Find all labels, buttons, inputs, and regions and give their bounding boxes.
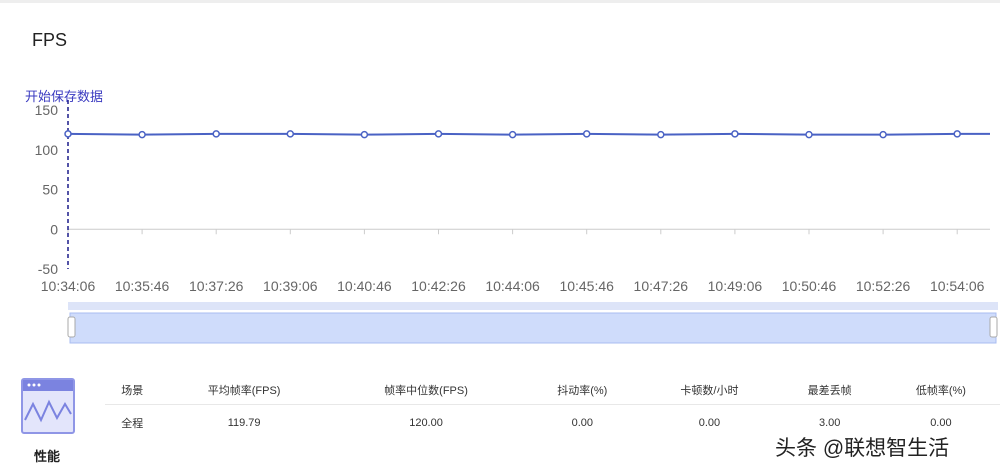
zoom-slider-handle[interactable] (67, 316, 76, 338)
table-header-row: 场景 平均帧率(FPS) 帧率中位数(FPS) 抖动率(%) 卡顿数/小时 最差… (105, 376, 1000, 405)
x-tick-label: 10:42:26 (411, 278, 466, 294)
x-tick-label: 10:34:06 (41, 278, 96, 294)
x-tick-label: 10:52:26 (856, 278, 911, 294)
performance-label: 性能 (34, 449, 61, 464)
col-header: 帧率中位数(FPS) (328, 376, 524, 405)
fps-series-line (67, 132, 990, 136)
x-tick-label: 10:47:26 (634, 278, 689, 294)
x-tick-label: 10:35:46 (115, 278, 170, 294)
cell: 119.79 (227, 417, 261, 429)
zoom-slider-handle[interactable] (989, 316, 998, 338)
watermark: 头条 @联想智生活 (775, 437, 950, 460)
col-header: 场景 (105, 376, 160, 405)
data-point (805, 130, 813, 139)
data-point (64, 130, 72, 138)
data-point (138, 130, 146, 139)
y-tick-label: 50 (42, 182, 58, 198)
cell: 120.00 (409, 417, 443, 429)
x-tick-label: 10:50:46 (782, 278, 837, 294)
x-tick-label: 10:40:46 (337, 278, 392, 294)
start-save-annotation: 开始保存数据 (25, 89, 103, 104)
y-tick-label: 150 (35, 102, 59, 118)
cell: 0.00 (698, 417, 721, 429)
x-tick-label: 10:37:26 (189, 278, 244, 294)
x-tick-label: 10:44:06 (485, 278, 540, 294)
zoom-slider-track (68, 302, 998, 310)
data-point (360, 130, 369, 139)
data-point (879, 130, 887, 139)
col-header: 低帧率(%) (881, 376, 1000, 405)
x-tick-label: 10:39:06 (263, 278, 318, 294)
zoom-slider-window[interactable] (69, 312, 997, 344)
data-point (582, 130, 591, 138)
col-header: 卡顿数/小时 (641, 376, 778, 405)
fps-line-chart: 150 100 50 0 -5010:34:06 10:35:46 10:37:26 10:3… (25, 89, 998, 344)
y-tick-label: -50 (38, 261, 58, 277)
data-point (731, 130, 739, 138)
data-point (657, 130, 665, 139)
data-point (434, 130, 443, 138)
data-point (286, 130, 295, 138)
col-header: 最差丢帧 (777, 376, 882, 405)
cell: 0.00 (571, 417, 593, 429)
x-tick-label: 10:54:06 (930, 278, 985, 294)
y-tick-label: 100 (35, 142, 59, 158)
data-point (953, 130, 961, 138)
y-tick-label: 0 (50, 221, 58, 237)
col-header: 抖动率(%) (523, 376, 642, 405)
data-point (508, 130, 517, 139)
col-header: 平均帧率(FPS) (159, 376, 329, 405)
cell: 全程 (121, 418, 144, 430)
data-point (212, 130, 220, 138)
x-tick-label: 10:49:06 (708, 278, 763, 294)
x-tick-label: 10:45:46 (559, 278, 614, 294)
performance-icon[interactable] (21, 378, 75, 434)
